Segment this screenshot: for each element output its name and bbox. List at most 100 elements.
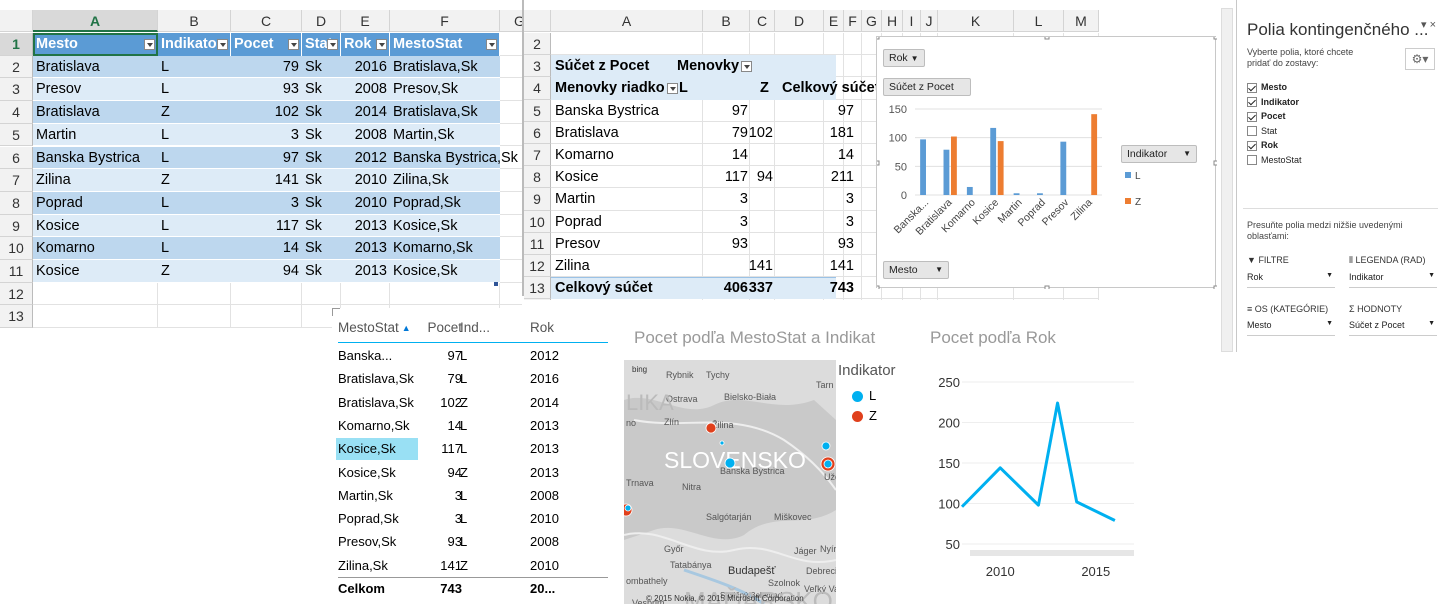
column-header-i[interactable]: I bbox=[903, 10, 921, 32]
table-cell[interactable]: 79 bbox=[231, 55, 302, 79]
pv-table-cell[interactable]: Bratislava,Sk bbox=[338, 371, 418, 386]
table-cell[interactable]: 2013 bbox=[341, 260, 390, 283]
row-header-9[interactable]: 9 bbox=[0, 214, 33, 238]
table-cell[interactable]: Sk bbox=[302, 101, 341, 124]
filter-dropdown-icon[interactable] bbox=[327, 39, 338, 50]
pv-table-cell[interactable]: 3 bbox=[424, 488, 462, 503]
pv-table-cell[interactable]: Kosice,Sk bbox=[338, 441, 418, 456]
pv-table-cell[interactable]: 2013 bbox=[530, 418, 590, 433]
pv-table-cell[interactable]: L bbox=[460, 534, 510, 549]
row-header-5[interactable]: 5 bbox=[0, 123, 33, 147]
row-header-12[interactable]: 12 bbox=[524, 255, 551, 278]
column-header-f[interactable]: F bbox=[390, 10, 500, 32]
pv-table-cell[interactable]: 97 bbox=[424, 348, 462, 363]
table-cell[interactable]: Kosice bbox=[33, 214, 158, 238]
column-header-b[interactable]: B bbox=[158, 10, 231, 32]
filter-dropdown-icon[interactable] bbox=[376, 39, 387, 50]
pv-table-cell[interactable]: 3 bbox=[424, 511, 462, 526]
row-header-12[interactable]: 12 bbox=[0, 282, 33, 306]
pv-table-cell[interactable]: Komarno,Sk bbox=[338, 418, 418, 433]
pv-col-header[interactable]: MestoStat ▲ bbox=[338, 320, 418, 335]
column-header-e[interactable]: E bbox=[824, 10, 844, 32]
row-header-9[interactable]: 9 bbox=[524, 188, 551, 211]
table-cell[interactable]: Banska Bystrica bbox=[33, 146, 158, 170]
table-cell[interactable]: Bratislava,Sk bbox=[390, 101, 500, 124]
table-cell[interactable]: Sk bbox=[302, 146, 341, 170]
row-header-7[interactable]: 7 bbox=[524, 144, 551, 167]
row-header-10[interactable]: 10 bbox=[524, 210, 551, 233]
legend-field-indikator[interactable]: Indikator ▼ bbox=[1349, 272, 1437, 288]
filter-dropdown-icon[interactable] bbox=[486, 39, 497, 50]
column-header-f[interactable]: F bbox=[844, 10, 862, 32]
row-header-4[interactable]: 4 bbox=[0, 101, 33, 124]
table-cell[interactable]: 141 bbox=[231, 169, 302, 192]
table-cell[interactable]: Sk bbox=[302, 237, 341, 260]
sort-asc-icon[interactable]: ▲ bbox=[402, 323, 411, 333]
table-cell[interactable]: 2008 bbox=[341, 123, 390, 147]
column-header-g[interactable]: G bbox=[862, 10, 882, 32]
row-header-11[interactable]: 11 bbox=[0, 260, 33, 283]
table-cell[interactable]: L bbox=[158, 78, 231, 102]
table-cell[interactable]: Z bbox=[158, 169, 231, 192]
pv-table-cell[interactable]: 2008 bbox=[530, 534, 590, 549]
table-cell[interactable]: Zilina,Sk bbox=[390, 169, 500, 192]
filter-dropdown-icon[interactable] bbox=[288, 39, 299, 50]
column-header-c[interactable]: C bbox=[750, 10, 775, 32]
pv-table-cell[interactable]: Presov,Sk bbox=[338, 534, 418, 549]
pv-table-cell[interactable]: 2010 bbox=[530, 558, 590, 573]
table-cell[interactable]: Presov,Sk bbox=[390, 78, 500, 102]
table-cell[interactable]: 2016 bbox=[341, 55, 390, 79]
row-header-2[interactable]: 2 bbox=[524, 33, 551, 56]
pane-close-icon[interactable]: ▾ × bbox=[1421, 18, 1436, 31]
pv-table-cell[interactable]: 2008 bbox=[530, 488, 590, 503]
pv-table-cell[interactable]: 2016 bbox=[530, 371, 590, 386]
pv-table-cell[interactable]: 79 bbox=[424, 371, 462, 386]
checkbox[interactable] bbox=[1247, 82, 1257, 93]
table-cell[interactable]: L bbox=[158, 123, 231, 147]
row-header-2[interactable]: 2 bbox=[0, 55, 33, 79]
column-header-g[interactable]: G bbox=[500, 10, 522, 32]
column-header-d[interactable]: D bbox=[302, 10, 341, 32]
table-cell[interactable]: Bratislava bbox=[33, 55, 158, 79]
field-mestostat[interactable]: MestoStat bbox=[1247, 153, 1432, 168]
line-chart-visual[interactable]: Pocet podľa Rok 250 200 150 100 50 2010 2015 bbox=[924, 322, 1150, 606]
pv-table-cell[interactable]: 2012 bbox=[530, 348, 590, 363]
power-view-table[interactable]: MestoStat ▲ Pocet Ind... Rok Banska... 97 L 2012… bbox=[332, 308, 614, 606]
pv-table-cell[interactable]: L bbox=[460, 488, 510, 503]
table-cell[interactable]: Poprad bbox=[33, 191, 158, 215]
pivot-chart[interactable]: Rok ▼ Súčet z Pocet Indikator ▼ Mesto ▼ … bbox=[876, 36, 1217, 289]
pv-table-cell[interactable]: L bbox=[460, 348, 510, 363]
table-cell[interactable]: 2014 bbox=[341, 101, 390, 124]
row-header-7[interactable]: 7 bbox=[0, 169, 33, 192]
row-header-1[interactable]: 1 bbox=[0, 33, 33, 56]
column-header-c[interactable]: C bbox=[231, 10, 302, 32]
select-all-corner-2[interactable] bbox=[524, 10, 551, 32]
pv-table-cell[interactable]: 2014 bbox=[530, 395, 590, 410]
table-cell[interactable]: 2012 bbox=[341, 146, 390, 170]
pv-table-cell[interactable]: 2013 bbox=[530, 465, 590, 480]
table-cell[interactable]: 3 bbox=[231, 191, 302, 215]
checkbox[interactable] bbox=[1247, 155, 1257, 166]
row-header-5[interactable]: 5 bbox=[524, 99, 551, 122]
table-cell[interactable]: Sk bbox=[302, 55, 341, 79]
pv-table-cell[interactable]: Poprad,Sk bbox=[338, 511, 418, 526]
map-canvas[interactable]: bingRybnik TychyOstrava Bielsko-BiałaLIKAZ… bbox=[624, 360, 836, 604]
pv-table-cell[interactable]: Martin,Sk bbox=[338, 488, 418, 503]
table-cell[interactable]: Kosice,Sk bbox=[390, 260, 500, 283]
table-cell[interactable]: 2008 bbox=[341, 78, 390, 102]
table-cell[interactable]: Sk bbox=[302, 191, 341, 215]
column-header-m[interactable]: M bbox=[1064, 10, 1099, 32]
pv-table-cell[interactable]: Banska... bbox=[338, 348, 418, 363]
table-cell[interactable]: Martin bbox=[33, 123, 158, 147]
column-header-h[interactable]: H bbox=[882, 10, 903, 32]
table-cell[interactable]: 2010 bbox=[341, 169, 390, 192]
pv-table-cell[interactable]: Bratislava,Sk bbox=[338, 395, 418, 410]
pv-table-cell[interactable]: 102 bbox=[424, 395, 462, 410]
column-header-b[interactable]: B bbox=[703, 10, 750, 32]
table-cell[interactable]: 102 bbox=[231, 101, 302, 124]
table-resize-handle[interactable] bbox=[494, 282, 498, 286]
pivot-row-label[interactable]: Menovky riadko bbox=[555, 77, 678, 100]
tools-gear-icon[interactable]: ⚙▾ bbox=[1405, 48, 1435, 70]
table-cell[interactable]: L bbox=[158, 55, 231, 79]
filter-dropdown-icon[interactable] bbox=[666, 83, 678, 95]
